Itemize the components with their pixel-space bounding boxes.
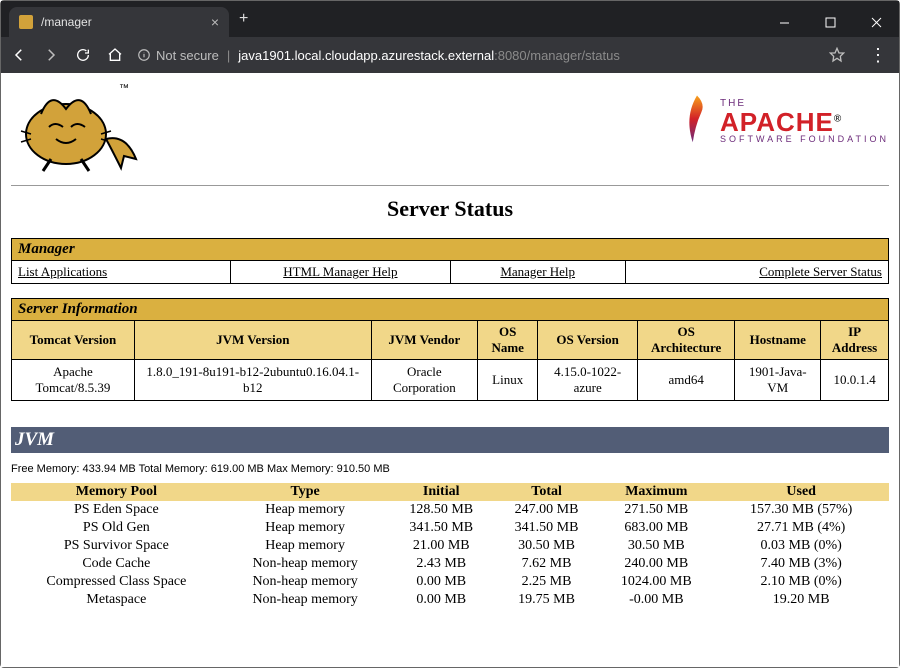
window-minimize-button[interactable] <box>761 7 807 37</box>
browser-menu-icon[interactable]: ⋮ <box>869 45 887 66</box>
server-info-row: Apache Tomcat/8.5.39 1.8.0_191-8u191-b12… <box>12 360 889 401</box>
table-row: Compressed Class SpaceNon-heap memory0.0… <box>11 573 889 591</box>
table-row: PS Survivor SpaceHeap memory21.00 MB30.5… <box>11 537 889 555</box>
window-close-button[interactable] <box>853 7 899 37</box>
col-jvm-version: JVM Version <box>134 321 371 360</box>
tab-favicon <box>19 15 33 29</box>
url-text: java1901.local.cloudapp.azurestack.exter… <box>238 48 620 63</box>
bookmark-star-icon[interactable] <box>827 45 847 65</box>
tab-close-icon[interactable]: × <box>211 14 219 30</box>
browser-tab[interactable]: /manager × <box>9 7 229 37</box>
address-bar[interactable]: Not secure | java1901.local.cloudapp.azu… <box>137 48 809 63</box>
col-os-name: OS Name <box>478 321 538 360</box>
table-row: PS Eden SpaceHeap memory128.50 MB247.00 … <box>11 501 889 519</box>
link-html-manager-help[interactable]: HTML Manager Help <box>283 264 397 279</box>
browser-toolbar: Not secure | java1901.local.cloudapp.azu… <box>1 37 899 73</box>
col-initial: Initial <box>389 483 494 501</box>
col-maximum: Maximum <box>599 483 713 501</box>
info-icon <box>137 48 151 62</box>
memory-pool-table: Memory Pool Type Initial Total Maximum U… <box>11 483 889 609</box>
manager-section: Manager List Applications HTML Manager H… <box>11 238 889 284</box>
link-complete-server-status[interactable]: Complete Server Status <box>759 264 882 279</box>
col-type: Type <box>222 483 389 501</box>
link-manager-help[interactable]: Manager Help <box>500 264 575 279</box>
col-hostname: Hostname <box>735 321 821 360</box>
jvm-memory-summary: Free Memory: 433.94 MB Total Memory: 619… <box>11 463 889 475</box>
tomcat-logo: ™ <box>11 79 141 179</box>
nav-home-button[interactable] <box>105 45 125 65</box>
apache-logo: THE APACHE® SOFTWARE FOUNDATION <box>680 91 889 151</box>
security-indicator[interactable]: Not secure <box>137 48 219 63</box>
jvm-heading: JVM <box>11 427 889 453</box>
new-tab-button[interactable]: + <box>229 6 258 32</box>
security-label: Not secure <box>156 48 219 63</box>
server-info-table: Server Information Tomcat Version JVM Ve… <box>11 298 889 401</box>
nav-forward-button[interactable] <box>41 45 61 65</box>
col-tomcat-version: Tomcat Version <box>12 321 135 360</box>
window-maximize-button[interactable] <box>807 7 853 37</box>
col-memory-pool: Memory Pool <box>11 483 222 501</box>
table-row: Code CacheNon-heap memory2.43 MB7.62 MB2… <box>11 555 889 573</box>
col-used: Used <box>713 483 889 501</box>
col-os-version: OS Version <box>538 321 638 360</box>
col-ip: IP Address <box>821 321 889 360</box>
nav-reload-button[interactable] <box>73 45 93 65</box>
col-os-arch: OS Architecture <box>637 321 734 360</box>
divider <box>11 185 889 186</box>
nav-back-button[interactable] <box>9 45 29 65</box>
svg-text:™: ™ <box>119 83 129 94</box>
tab-title: /manager <box>41 15 92 29</box>
col-total: Total <box>494 483 599 501</box>
link-list-applications[interactable]: List Applications <box>18 264 107 279</box>
manager-heading: Manager <box>12 239 889 261</box>
browser-titlebar: /manager × + <box>1 1 899 37</box>
server-info-heading: Server Information <box>12 299 889 321</box>
table-row: MetaspaceNon-heap memory0.00 MB19.75 MB-… <box>11 591 889 609</box>
page-viewport[interactable]: ™ THE APACHE® SOFTWARE FOUNDATION <box>1 73 899 667</box>
page-title: Server Status <box>11 196 889 222</box>
table-row: PS Old GenHeap memory341.50 MB341.50 MB6… <box>11 519 889 537</box>
col-jvm-vendor: JVM Vendor <box>371 321 477 360</box>
